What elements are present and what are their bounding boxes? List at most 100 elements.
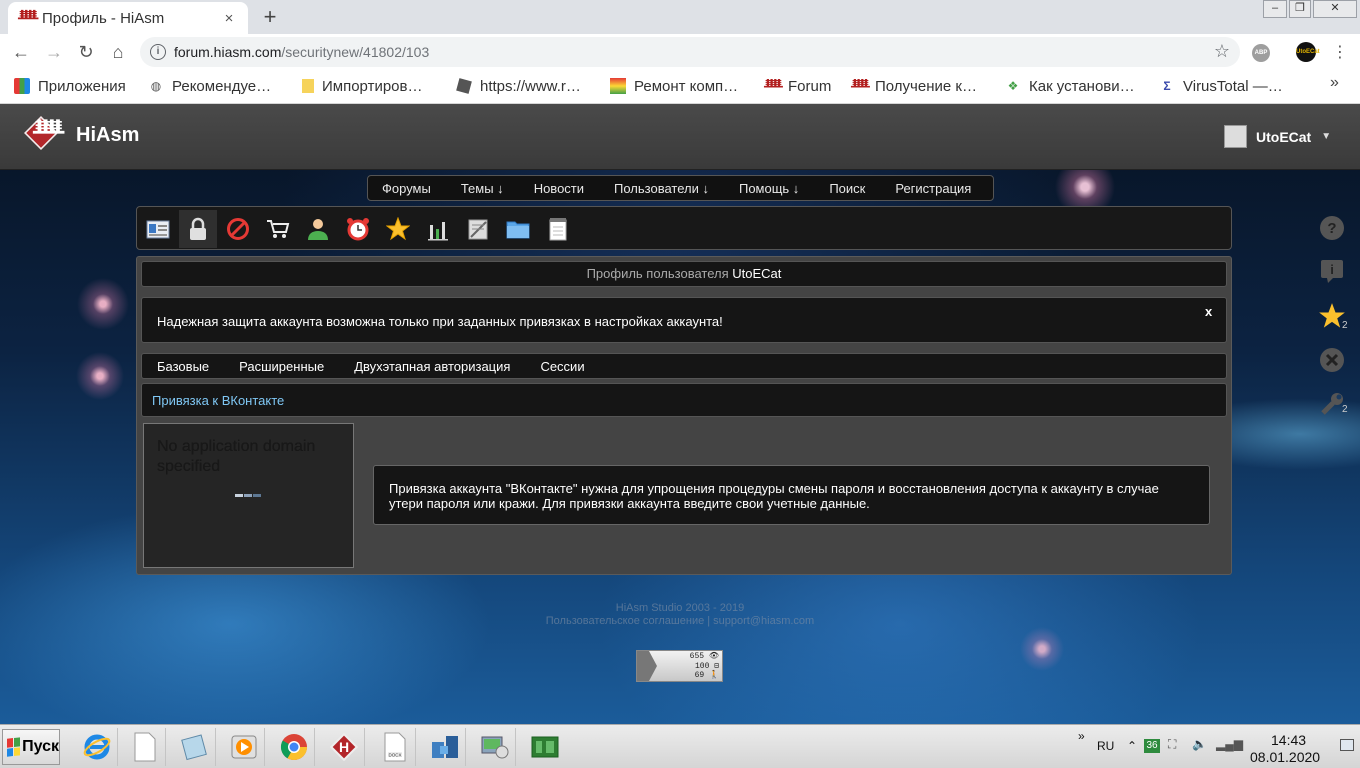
- page-content: ᚙ HiAsm UtoECat ▼ Форумы Темы ↓ Новости …: [0, 104, 1360, 724]
- tab-close-button[interactable]: ×: [220, 10, 238, 27]
- network-signal-icon[interactable]: ▂▄▆: [1216, 737, 1243, 751]
- bookmark-item[interactable]: ᚙ Получение к…: [851, 76, 977, 96]
- new-tab-button[interactable]: +: [258, 4, 282, 30]
- url-text[interactable]: forum.hiasm.com/securitynew/41802/103: [174, 44, 429, 60]
- tab-title: Профиль - HiAsm: [42, 9, 165, 27]
- device-manager-icon[interactable]: [474, 728, 516, 766]
- language-indicator[interactable]: RU: [1097, 739, 1114, 753]
- counter-values: 655 👁 100 ⊟ 69 🚶: [689, 652, 719, 681]
- clock-time[interactable]: 14:43: [1271, 732, 1306, 748]
- notice-text: Надежная защита аккаунта возможна только…: [157, 314, 723, 329]
- diamond-icon: ❖: [1007, 79, 1019, 93]
- start-button[interactable]: Пуск: [2, 729, 60, 765]
- roblox-icon: [456, 78, 472, 94]
- nav-users[interactable]: Пользователи ↓: [614, 181, 709, 196]
- forward-arrow-icon[interactable]: →: [42, 40, 66, 64]
- ie-icon[interactable]: [76, 728, 118, 766]
- notepad-icon[interactable]: [174, 728, 216, 766]
- address-bar[interactable]: i forum.hiasm.com/securitynew/41802/103 …: [140, 37, 1240, 67]
- blocked-icon[interactable]: [219, 210, 257, 248]
- tab-two-factor[interactable]: Двухэтапная авторизация: [354, 359, 510, 374]
- network-icon[interactable]: [424, 728, 466, 766]
- site-info-icon[interactable]: i: [150, 44, 166, 60]
- title-prefix: Профиль пользователя: [586, 266, 729, 281]
- bookmark-star-icon[interactable]: ☆: [1214, 41, 1230, 62]
- profile-avatar-icon[interactable]: UtoECat: [1296, 42, 1320, 62]
- site-title[interactable]: HiAsm: [76, 124, 139, 147]
- site-footer: HiAsm Studio 2003 - 2019 Пользовательско…: [0, 602, 1360, 628]
- user-menu[interactable]: UtoECat ▼: [1224, 125, 1331, 148]
- visit-counter[interactable]: 655 👁 100 ⊟ 69 🚶: [636, 650, 723, 682]
- bookmark-item[interactable]: Импортиров…: [302, 76, 422, 96]
- media-player-icon[interactable]: [223, 728, 265, 766]
- bookmark-item[interactable]: ◍ Рекомендуе…: [148, 76, 271, 96]
- star-icon[interactable]: [379, 210, 417, 248]
- browser-tab[interactable]: ᚙ Профиль - HiAsm ×: [8, 2, 248, 34]
- chrome-icon[interactable]: [273, 728, 315, 766]
- tray-up-arrow-icon[interactable]: ⌃: [1127, 739, 1137, 753]
- bookmarks-overflow-button[interactable]: »: [1330, 74, 1339, 92]
- docx-file-icon[interactable]: DOCX: [374, 728, 416, 766]
- tab-basic[interactable]: Базовые: [157, 359, 209, 374]
- bookmark-item[interactable]: Σ VirusTotal —…: [1159, 76, 1282, 96]
- bookmark-item[interactable]: https://www.r…: [456, 76, 581, 96]
- nav-search[interactable]: Поиск: [829, 181, 865, 196]
- notice-close-button[interactable]: x: [1205, 304, 1212, 319]
- main-nav: Форумы Темы ↓ Новости Пользователи ↓ Пом…: [367, 175, 994, 201]
- bookmark-item[interactable]: Ремонт комп…: [610, 76, 738, 96]
- tab-advanced[interactable]: Расширенные: [239, 359, 324, 374]
- nav-forums[interactable]: Форумы: [382, 181, 431, 196]
- green-board-icon[interactable]: [524, 728, 566, 766]
- footer-links[interactable]: Пользовательское соглашение | support@hi…: [0, 615, 1360, 628]
- nav-register[interactable]: Регистрация: [895, 181, 971, 196]
- cart-icon[interactable]: [259, 210, 297, 248]
- nav-topics[interactable]: Темы ↓: [461, 181, 504, 196]
- minimize-button[interactable]: –: [1263, 0, 1287, 18]
- notes-icon[interactable]: [459, 210, 497, 248]
- back-arrow-icon[interactable]: ←: [9, 40, 33, 64]
- profile-card-icon[interactable]: [139, 210, 177, 248]
- user-icon[interactable]: [299, 210, 337, 248]
- tray-overflow-button[interactable]: »: [1078, 729, 1085, 743]
- site-header: ᚙ HiAsm UtoECat ▼: [0, 104, 1360, 170]
- tray-badge[interactable]: 36: [1144, 739, 1160, 753]
- lock-icon[interactable]: [179, 210, 217, 248]
- show-desktop-icon[interactable]: [1340, 739, 1354, 751]
- widget-error-text: No application domain specified: [157, 438, 316, 475]
- alarm-clock-icon[interactable]: [339, 210, 377, 248]
- tab-sessions[interactable]: Сессии: [540, 359, 584, 374]
- user-name: UtoECat: [1256, 128, 1312, 145]
- svg-text:H: H: [338, 739, 348, 755]
- help-icon[interactable]: ?: [1318, 214, 1346, 242]
- vk-binding-link[interactable]: Привязка к ВКонтакте: [152, 393, 284, 408]
- document-icon[interactable]: [124, 728, 166, 766]
- svg-text:DOCX: DOCX: [388, 753, 401, 758]
- close-circle-icon[interactable]: [1318, 346, 1346, 374]
- bar-chart-icon[interactable]: [419, 210, 457, 248]
- vk-binding-section: Привязка к ВКонтакте: [141, 383, 1227, 417]
- bookmark-item[interactable]: ❖ Как установи…: [1005, 76, 1135, 96]
- nav-help[interactable]: Помощь ↓: [739, 181, 799, 196]
- info-icon[interactable]: i: [1318, 256, 1346, 284]
- bookmark-label: Импортиров…: [322, 77, 423, 95]
- folder-icon[interactable]: [499, 210, 537, 248]
- taskbar: Пуск H DOCX » RU ⌃ 36 ⛶ 🔈 ▂▄▆ 14:43 08.0…: [0, 724, 1360, 768]
- browser-menu-icon[interactable]: ⋮: [1332, 42, 1348, 62]
- home-icon[interactable]: ⌂: [106, 40, 130, 64]
- nav-news[interactable]: Новости: [534, 181, 584, 196]
- maximize-button[interactable]: ❐: [1289, 0, 1311, 18]
- vk-auth-widget[interactable]: No application domain specified: [143, 423, 354, 568]
- clock-date[interactable]: 08.01.2020: [1250, 749, 1320, 765]
- usb-icon[interactable]: ⛶: [1168, 737, 1176, 752]
- reload-icon[interactable]: ↻: [74, 40, 98, 64]
- adblock-extension-icon[interactable]: ABP: [1252, 44, 1270, 62]
- bookmark-apps[interactable]: Приложения: [14, 76, 126, 96]
- bookmark-item[interactable]: ᚙ Forum: [764, 76, 831, 96]
- profile-icon-bar: [136, 206, 1232, 250]
- hiasm-icon[interactable]: H: [323, 728, 365, 766]
- notepad-icon[interactable]: [539, 210, 577, 248]
- close-window-button[interactable]: ✕: [1313, 0, 1357, 18]
- browser-tabstrip: ᚙ Профиль - HiAsm × + – ❐ ✕: [0, 0, 1360, 34]
- volume-icon[interactable]: 🔈: [1192, 737, 1207, 751]
- counter-views: 655 👁: [689, 652, 719, 661]
